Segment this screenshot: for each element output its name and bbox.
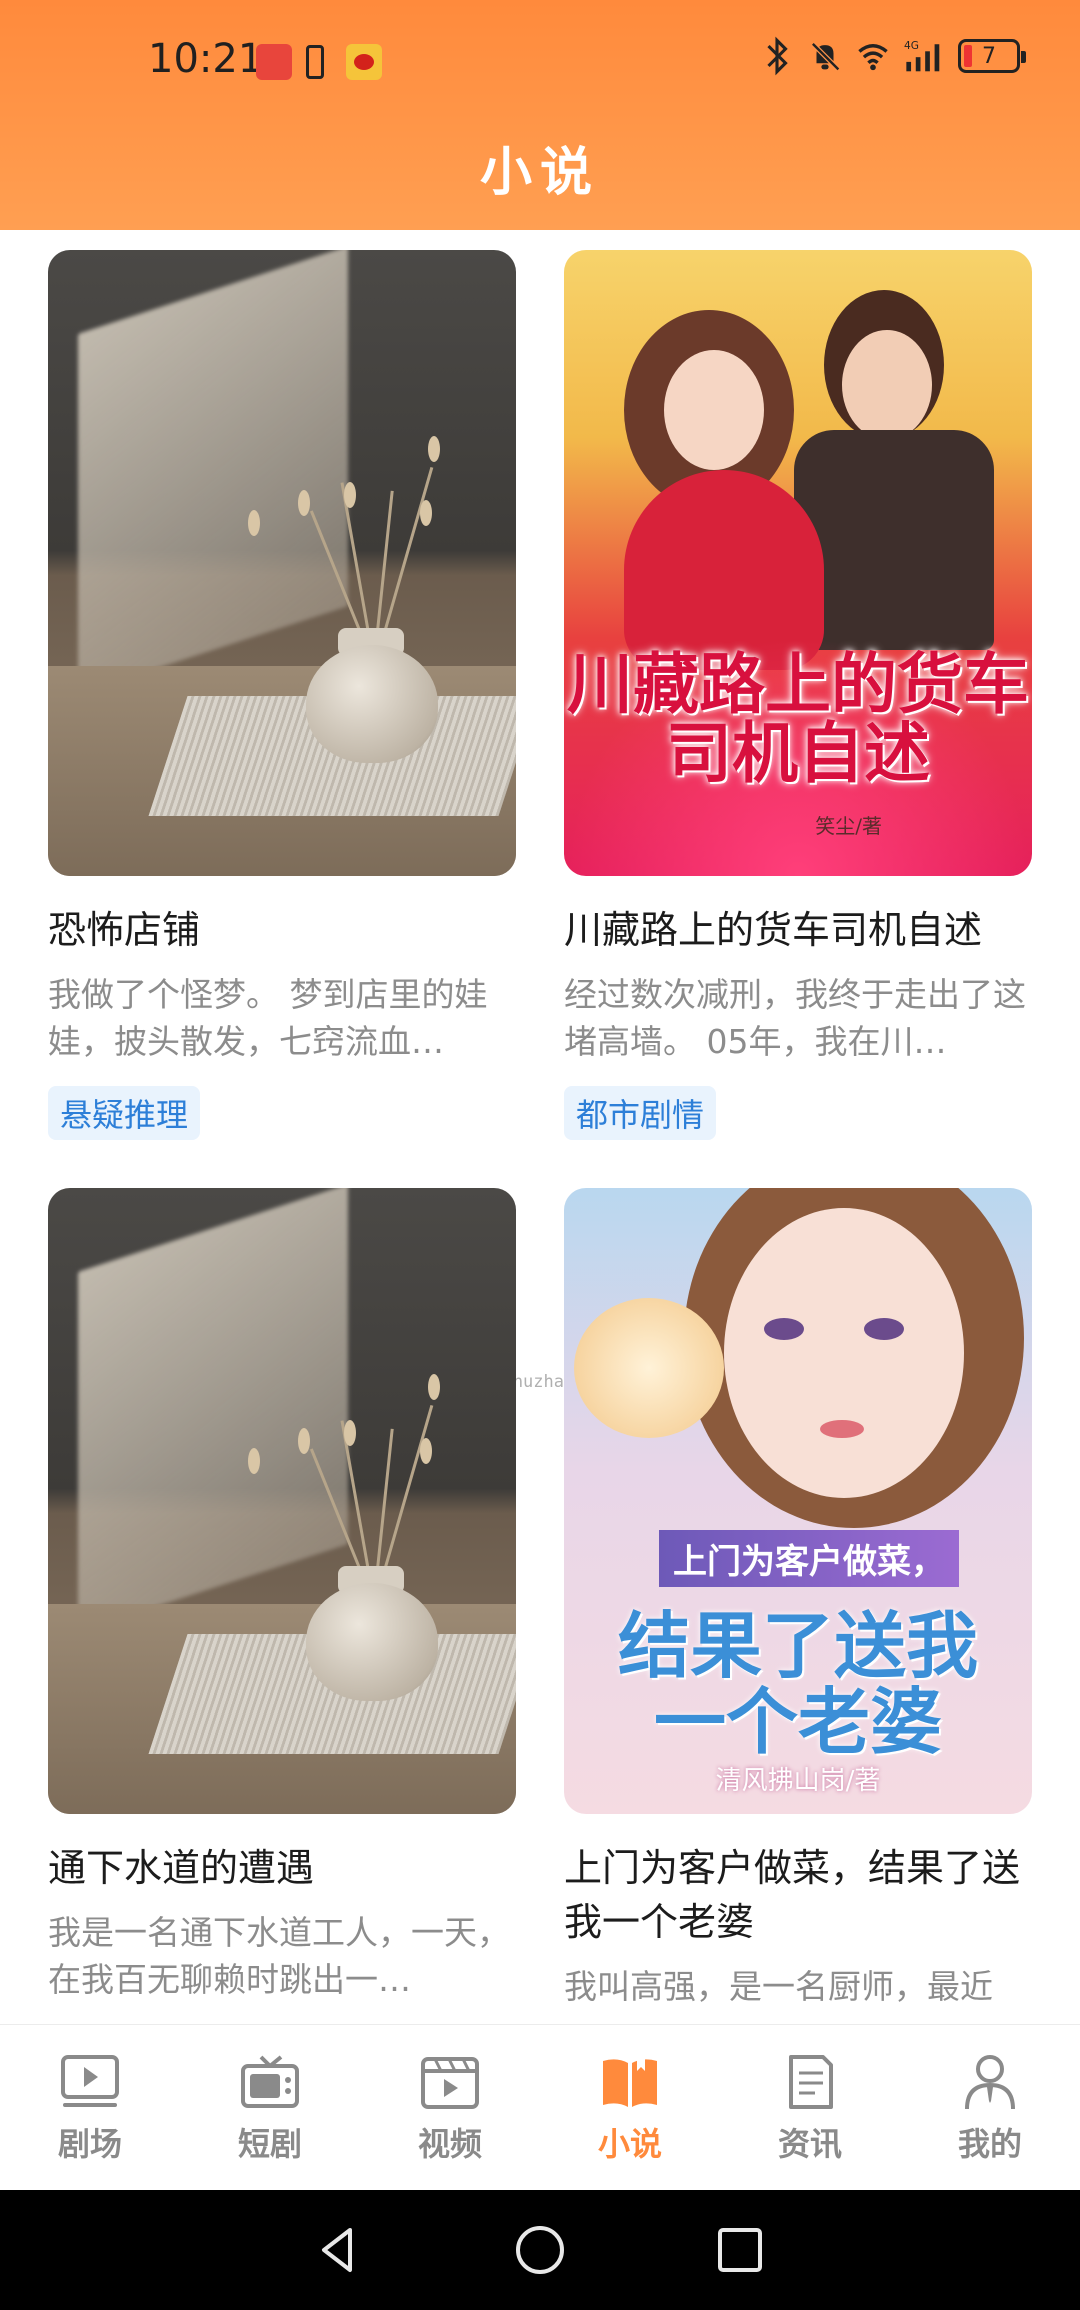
book-description: 我做了个怪梦。 梦到店里的娃娃，披头散发，七窍流血… <box>48 974 488 1061</box>
clapper-icon <box>421 2057 479 2109</box>
battery-level: 7 <box>982 43 996 69</box>
recents-icon[interactable] <box>710 2220 770 2280</box>
book-title[interactable]: 川藏路上的货车司机自述 <box>564 904 1032 958</box>
girl-eye-art <box>864 1318 904 1340</box>
book-card[interactable]: 恐怖店铺 我做了个怪梦。 梦到店里的娃娃，披头散发，七窍流血… 悬疑推理 <box>48 250 516 1140</box>
novel-feed[interactable]: 恐怖店铺 我做了个怪梦。 梦到店里的娃娃，披头散发，七窍流血… 悬疑推理 川藏路… <box>0 230 1080 2024</box>
tab-news[interactable]: 资讯 <box>720 2025 900 2190</box>
tab-label: 小说 <box>597 2125 662 2163</box>
bluetooth-icon <box>760 36 794 76</box>
book-description: 经过数次减刑，我终于走出了这堵高墙。 05年，我在川… <box>564 974 1026 1061</box>
cover-author: 清风拂山岗/著 <box>715 1766 881 1796</box>
page-title: 小说 <box>479 143 600 203</box>
book-description: 我叫高强，是一名厨师，最近 <box>564 1966 993 2006</box>
book-title[interactable]: 通下水道的遭遇 <box>48 1842 516 1896</box>
mute-bell-icon <box>808 36 842 76</box>
cover-author: 笑尘/著 <box>815 814 882 838</box>
tab-label: 视频 <box>417 2125 482 2163</box>
document-icon <box>789 2055 833 2109</box>
woman-face-art <box>664 350 764 470</box>
girl-lips-art <box>820 1420 864 1438</box>
app-header: 10:21 4G 7 小说 <box>0 0 1080 230</box>
tab-short-drama[interactable]: 短剧 <box>180 2025 360 2190</box>
genre-tag[interactable]: 都市剧情 <box>564 1085 717 1140</box>
tab-theater[interactable]: 剧场 <box>0 2025 180 2190</box>
tab-label: 短剧 <box>237 2125 302 2163</box>
man-face-art <box>842 330 932 440</box>
weibo-app-icon <box>346 44 382 80</box>
vase-image <box>306 645 438 763</box>
status-icons: 4G 7 <box>760 36 1026 76</box>
battery-indicator: 7 <box>958 39 1026 73</box>
status-time: 10:21 <box>148 36 264 82</box>
home-icon[interactable] <box>510 2220 570 2280</box>
book-cover[interactable] <box>48 250 516 876</box>
huawei-app-icon <box>256 44 292 80</box>
back-icon[interactable] <box>310 2220 370 2280</box>
person-icon <box>965 2055 1015 2110</box>
tab-video[interactable]: 视频 <box>360 2025 540 2190</box>
bottom-tab-bar: 剧场 短剧 视频 小说 资讯 我的 <box>0 2024 1080 2190</box>
tab-label: 我的 <box>957 2125 1022 2163</box>
tab-novel[interactable]: 小说 <box>540 2025 720 2190</box>
book-cover[interactable]: 上门为客户做菜， 结果了送我一个老婆 清风拂山岗/著 <box>564 1188 1032 1814</box>
phone-notification-icon <box>306 45 324 79</box>
genre-tag[interactable]: 悬疑推理 <box>48 1085 201 1140</box>
book-title[interactable]: 恐怖店铺 <box>48 904 516 958</box>
svg-text:4G: 4G <box>904 40 919 52</box>
book-icon <box>603 2055 657 2107</box>
book-cover[interactable]: 川藏路上的货车司机自述 笑尘/著 <box>564 250 1032 876</box>
man-suit-art <box>794 430 994 650</box>
girl-face-art <box>724 1208 964 1498</box>
book-card[interactable]: 川藏路上的货车司机自述 笑尘/著 川藏路上的货车司机自述 经过数次减刑，我终于走… <box>564 250 1032 1140</box>
cover-banner: 上门为客户做菜， <box>659 1530 959 1587</box>
book-card[interactable]: 上门为客户做菜， 结果了送我一个老婆 清风拂山岗/著 上门为客户做菜，结果了送我… <box>564 1188 1032 2011</box>
tab-mine[interactable]: 我的 <box>900 2025 1080 2190</box>
book-description: 我是一名通下水道工人，一天，在我百无聊赖时跳出一… <box>48 1912 510 1999</box>
signal-4g-icon: 4G <box>904 36 944 76</box>
book-title[interactable]: 上门为客户做菜，结果了送我一个老婆 <box>564 1842 1032 1950</box>
cover-title-art: 结果了送我一个老婆 <box>617 1603 978 1764</box>
wifi-icon <box>856 36 890 76</box>
girl-eye-art <box>764 1318 804 1340</box>
rose-art <box>574 1298 724 1438</box>
vase-image <box>306 1583 438 1701</box>
tv-icon <box>241 2055 299 2108</box>
system-navigation-bar <box>0 2190 1080 2310</box>
book-card[interactable]: 通下水道的遭遇 我是一名通下水道工人，一天，在我百无聊赖时跳出一… <box>48 1188 516 2004</box>
tab-label: 资讯 <box>777 2125 842 2163</box>
status-bar: 10:21 4G 7 <box>0 28 1080 92</box>
cover-title-art: 川藏路上的货车司机自述 <box>567 645 1029 793</box>
play-screen-icon <box>61 2055 119 2107</box>
book-cover[interactable] <box>48 1188 516 1814</box>
tab-label: 剧场 <box>57 2125 122 2163</box>
